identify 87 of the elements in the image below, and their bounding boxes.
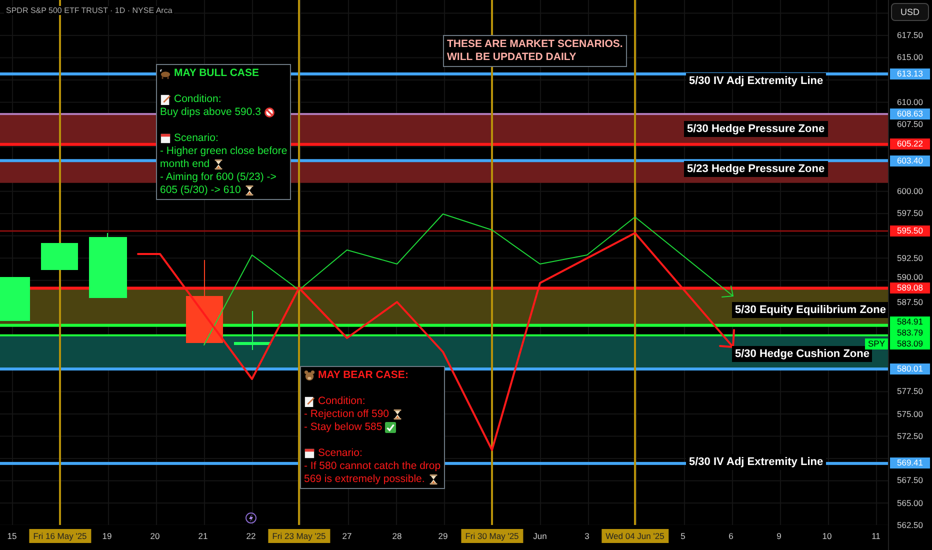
chart-title: SPDR S&P 500 ETF TRUST · 1D · NYSE Arca [4, 6, 174, 15]
note-text: Scenario: [174, 132, 218, 145]
note-text: - Higher green close before [160, 145, 288, 158]
price-tag: 595.50 [890, 225, 930, 236]
note-text: Condition: [174, 93, 222, 106]
price-tag: 580.01 [890, 363, 930, 374]
note-text: - Rejection off 590 [304, 408, 390, 421]
price-tick: 567.50 [897, 475, 923, 486]
price-tick: 617.50 [897, 30, 923, 40]
date-label: 28 [391, 530, 403, 543]
price-tick: 597.50 [897, 208, 923, 218]
zone-label: 5/30 IV Adj Extremity Line [686, 454, 826, 470]
date-label: 15 [6, 530, 18, 543]
candle [41, 243, 78, 270]
date-label: 9 [776, 530, 782, 543]
note-text: - Aiming for 600 (5/23) -> [160, 171, 276, 184]
symbol-tag: SPY [864, 338, 888, 350]
price-tick: 562.50 [897, 520, 923, 530]
hourglass-icon [212, 159, 224, 170]
price-tag: 608.63 [890, 108, 930, 120]
price-tag: 584.91 [890, 316, 930, 328]
date-label: Fri 16 May '25 [29, 529, 91, 543]
bear-icon [304, 370, 315, 381]
candle [0, 277, 30, 321]
price-tag: 569.41 [890, 458, 930, 469]
note-text: 605 (5/30) -> 610 [160, 184, 241, 197]
note-text: MAY BEAR CASE: [318, 369, 408, 382]
zone-label: 5/23 Hedge Pressure Zone [684, 161, 828, 177]
currency-button[interactable]: USD [891, 3, 929, 21]
date-label: 3 [584, 530, 590, 543]
candle [89, 233, 127, 298]
note-text: WILL BE UPDATED DAILY [447, 51, 576, 64]
price-tick: 565.00 [897, 498, 923, 508]
memo-icon [160, 94, 171, 105]
calendar-icon [160, 133, 171, 144]
price-tag: 589.08 [890, 282, 930, 294]
note-text: Condition: [318, 395, 366, 408]
date-label: Jun [532, 530, 548, 543]
date-label: Wed 04 Jun '25 [602, 529, 668, 543]
date-label: 19 [101, 530, 113, 543]
price-tag: 603.40 [890, 155, 930, 166]
date-label: 10 [821, 530, 833, 543]
price-tag: 583.09 [890, 338, 930, 350]
price-tick: 572.50 [897, 430, 923, 441]
price-tick: 587.50 [897, 297, 923, 308]
zone-label: 5/30 Hedge Pressure Zone [684, 121, 828, 137]
date-label: 27 [341, 530, 353, 543]
zone-label: 5/30 Hedge Cushion Zone [732, 346, 872, 362]
hourglass-icon [392, 409, 404, 420]
price-tick: 607.50 [897, 119, 923, 130]
price-tick: 610.00 [897, 96, 923, 107]
price-tick: 590.00 [897, 272, 923, 282]
note-text: 569 is extremely possible. [304, 473, 425, 486]
zone-label: 5/30 Equity Equilibrium Zone [732, 302, 888, 318]
date-label: 22 [245, 530, 257, 543]
price-tag: 613.13 [890, 68, 930, 80]
hourglass-icon [244, 185, 255, 196]
check-icon [385, 422, 396, 433]
prohibited-icon [264, 107, 275, 118]
hourglass-icon [428, 474, 439, 485]
memo-icon [304, 396, 315, 407]
note-text: Buy dips above 590.3 [160, 106, 261, 119]
price-tag: 583.79 [890, 328, 930, 338]
note-text: Scenario: [318, 447, 362, 460]
note-text: THESE ARE MARKET SCENARIOS. [447, 38, 623, 51]
note-text: - If 580 cannot catch the drop [304, 460, 441, 473]
note-text: month end [160, 158, 210, 171]
price-tick: 615.00 [897, 52, 923, 62]
calendar-icon [304, 448, 315, 459]
note-text: - Stay below 585 [304, 421, 382, 434]
price-tick: 575.00 [897, 408, 923, 419]
candle [234, 311, 271, 350]
price-tick: 577.50 [897, 386, 923, 396]
date-label: 21 [197, 530, 209, 543]
lightning-icon[interactable] [245, 512, 257, 524]
date-label: Fri 23 May '25 [268, 529, 330, 543]
date-label: 11 [870, 530, 882, 543]
date-label: 20 [149, 530, 161, 543]
date-label: 29 [437, 530, 449, 543]
price-tick: 600.00 [897, 186, 923, 196]
date-label: 5 [680, 530, 686, 543]
price-tick: 592.50 [897, 252, 923, 263]
date-label: 6 [728, 530, 734, 543]
note-text: MAY BULL CASE [174, 67, 259, 80]
zone-label: 5/30 IV Adj Extremity Line [686, 73, 826, 89]
date-label: Fri 30 May '25 [461, 529, 523, 543]
price-tag: 605.22 [890, 138, 930, 150]
